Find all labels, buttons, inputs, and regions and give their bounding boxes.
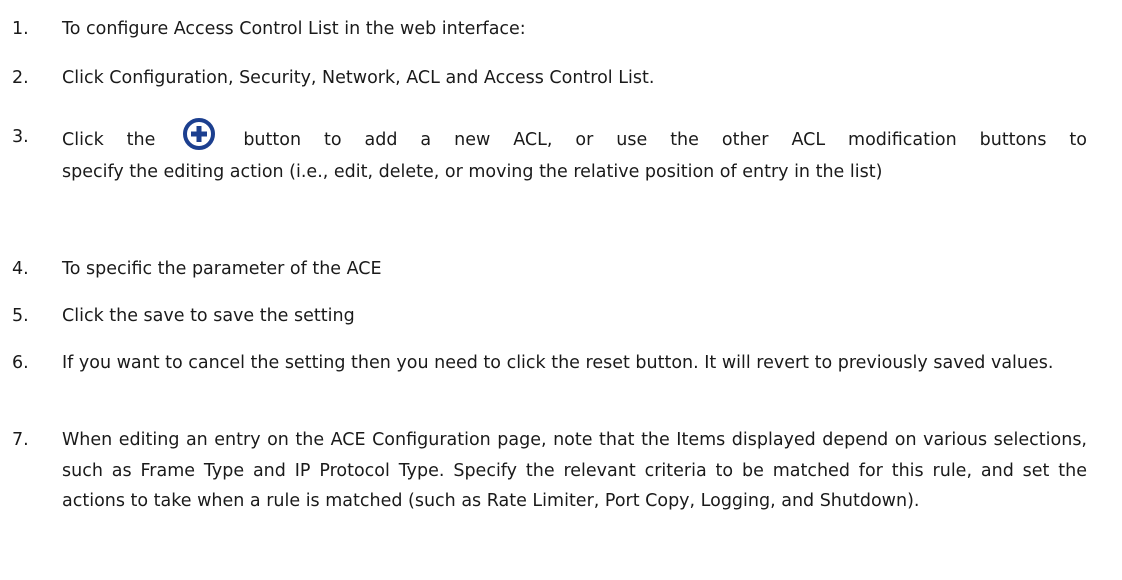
step-number: 2. [12,68,29,88]
step-text-continued: specify the editing action (i.e., edit, … [62,162,883,182]
add-circle-icon [182,117,216,151]
step-text: To configure Access Control List in the … [62,19,526,39]
document-page: 1. To configure Access Control List in t… [0,0,1122,580]
step-text: Click the save to save the setting [62,306,355,326]
step-number: 6. [12,353,29,373]
step-number: 5. [12,306,29,326]
step-text-after-icon: button to add a new ACL, or use the othe… [243,130,1087,150]
step-number: 3. [12,127,29,147]
step-text: Click Configuration, Security, Network, … [62,68,655,88]
step-number: 1. [12,19,29,39]
step-text: If you want to cancel the setting then y… [62,353,1054,373]
step-text: When editing an entry on the ACE Configu… [62,430,1087,511]
step-number: 4. [12,259,29,279]
step-text-before-icon: Click the [62,130,156,150]
step-text-line: Click the button to add a new ACL, or us… [62,117,1087,160]
step-number: 7. [12,430,29,450]
step-text: To specific the parameter of the ACE [62,259,382,279]
